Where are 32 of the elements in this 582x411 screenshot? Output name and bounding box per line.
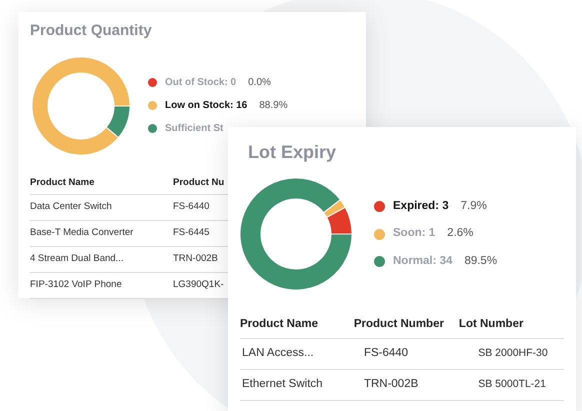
legend-percent: 88.9% — [259, 99, 288, 113]
table-cell-text: SB 5000TL-21 — [478, 377, 547, 392]
column-header: Product Number — [354, 317, 445, 332]
table-cell-text: TRN-002B — [173, 252, 218, 266]
legend-label: Out of Stock: 0 — [165, 76, 236, 90]
legend-label: Sufficient St — [165, 122, 224, 136]
table-cell-text: SB 2000HF-30 — [478, 346, 549, 362]
table-cell-text: FIP-3102 VoIP Phone — [30, 278, 123, 292]
column-header: Product Name — [240, 317, 319, 332]
card-title: Lot Expiry — [248, 141, 338, 164]
legend-label: Expired: 3 — [393, 199, 449, 214]
legend-percent: 2.6% — [447, 226, 474, 242]
card-title: Product Quantity — [30, 21, 153, 41]
table-cell-text: FS-6445 — [173, 226, 210, 240]
column-header: Product Name — [30, 176, 96, 190]
table-cell-text: LAN Access... — [241, 346, 315, 362]
column-header: Product Nu — [173, 176, 224, 190]
legend-percent: 89.5% — [464, 254, 498, 269]
column-header: Lot Number — [458, 317, 524, 332]
table-cell-text: Base-T Media Converter — [30, 226, 134, 240]
table-cell-text: 4 Stream Dual Band... — [30, 252, 124, 266]
legend-label: Normal: 34 — [393, 254, 452, 269]
legend-label: Soon: 1 — [393, 226, 436, 242]
table-cell-text: Data Center Switch — [30, 200, 113, 214]
table-cell-text: FS-6440 — [173, 200, 210, 214]
legend-percent: 0.0% — [248, 76, 271, 90]
table-cell-text: LG390Q1K- — [173, 278, 224, 292]
table-cell-text: Ethernet Switch — [241, 377, 324, 392]
table-cell-text: TRN-002B — [364, 377, 420, 392]
legend-label: Low on Stock: 16 — [165, 99, 248, 113]
legend-percent: 7.9% — [460, 199, 487, 214]
table-cell-text: FS-6440 — [364, 346, 410, 362]
